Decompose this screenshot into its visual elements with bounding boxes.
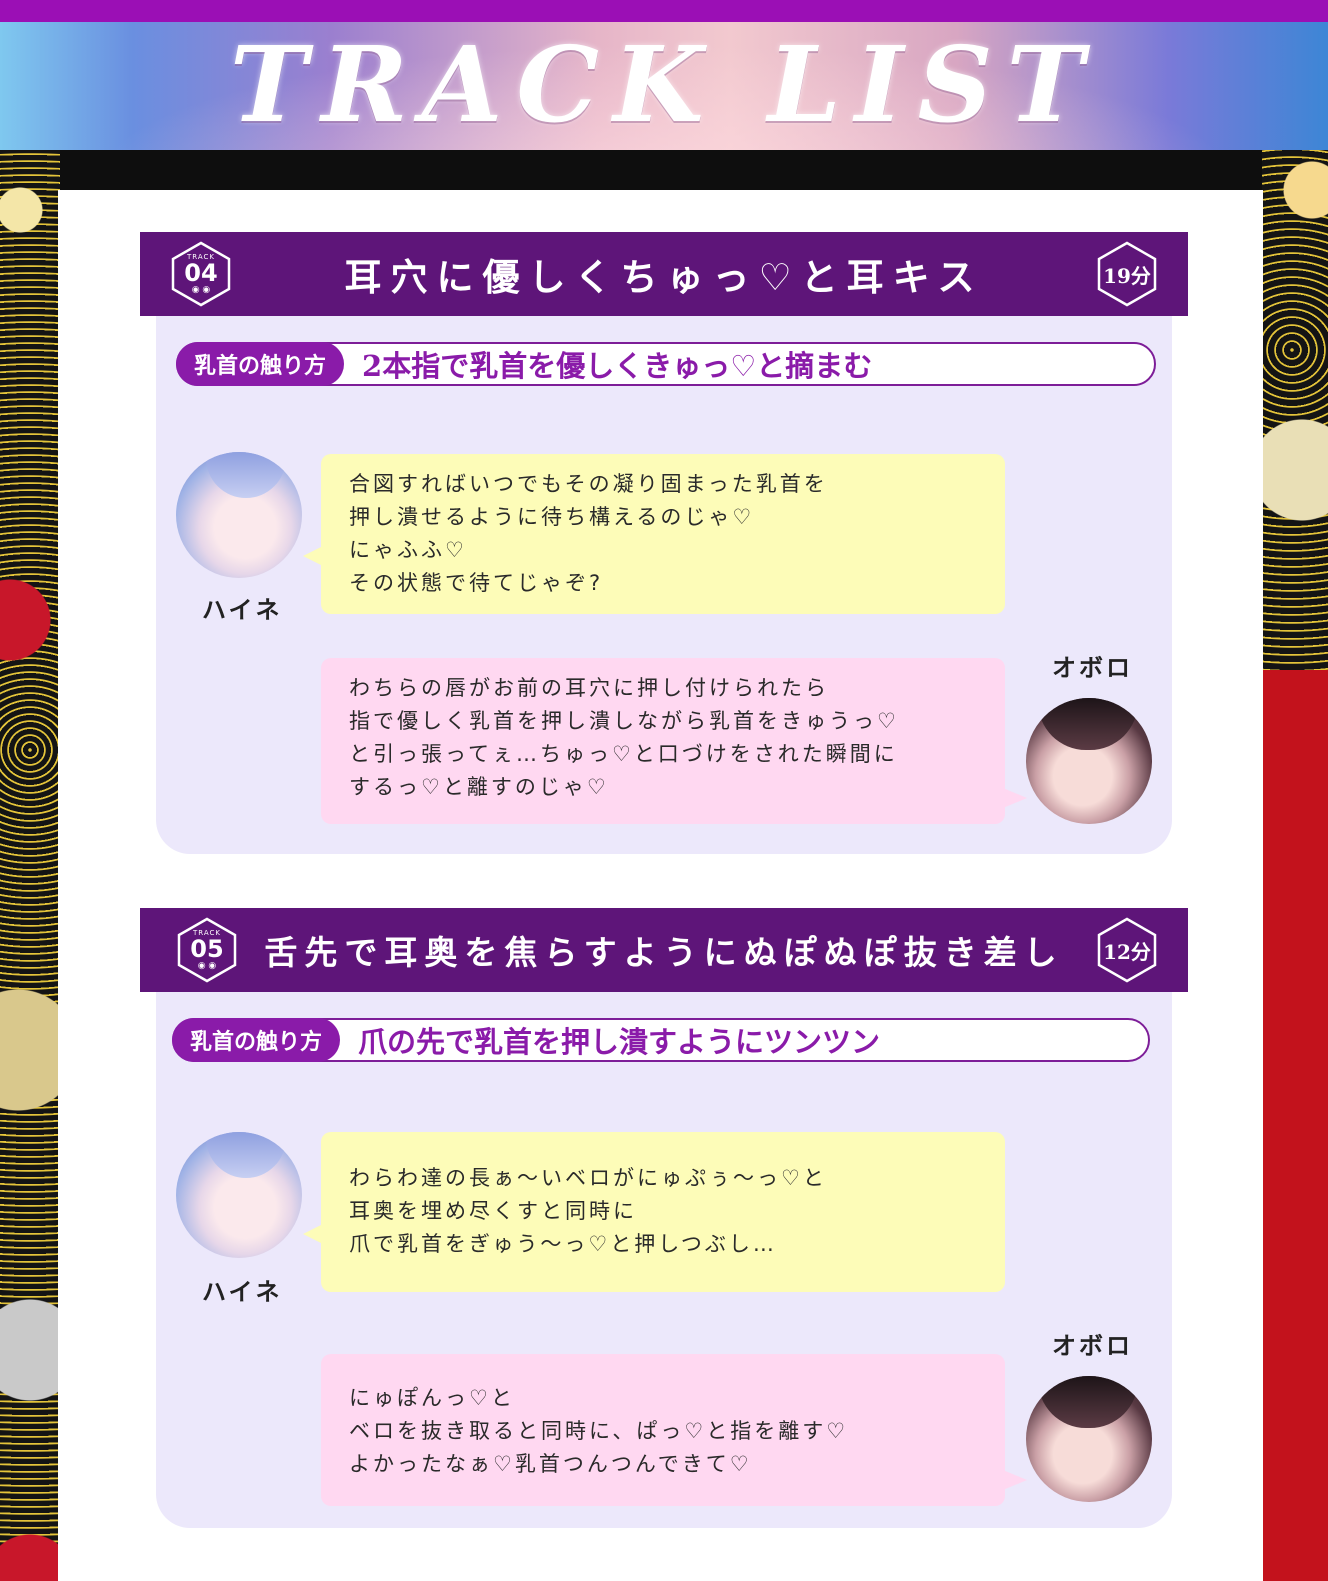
track-title: 耳穴に優しくちゅっ♡と耳キス [344,255,984,299]
dialogue-bubble: わらわ達の長ぁ～いベロがにゅぷぅ～っ♡と 耳奥を埋め尽くすと同時に 爪で乳首をぎ… [303,1132,1005,1292]
speaker-name: オボロ [1052,653,1133,682]
top-accent-bar [0,0,1328,22]
track-number: 05 [190,935,224,963]
touch-method-label: 乳首の触り方 [176,342,345,386]
speaker-name: オボロ [1052,1331,1133,1360]
touch-method-pill: 乳首の触り方 爪の先で乳首を押し潰すようにツンツン [172,1018,1150,1062]
avatar-haine [176,1132,302,1258]
track-title: 舌先で耳奥を焦らすようにぬぽぬぽ抜き差し [264,933,1064,972]
page-title: TRACK LIST [229,23,1099,146]
avatar-haine [176,452,302,578]
dialogue-bubble: 合図すればいつでもその凝り固まった乳首を 押し潰せるように待ち構えるのじゃ♡ に… [303,454,1005,614]
speaker-name: ハイネ [202,595,283,624]
track-number: 04 [184,259,218,287]
touch-method-pill: 乳首の触り方 2本指で乳首を優しくきゅっ♡と摘まむ [176,342,1156,386]
track-header-04: TRACK 04 ◉ ◉ 耳穴に優しくちゅっ♡と耳キス 19分 [140,232,1188,316]
track-number-badge: TRACK 04 ◉ ◉ [170,241,232,307]
track-duration: 12分 [1103,939,1151,964]
touch-method-text: 2本指で乳首を優しくきゅっ♡と摘まむ [362,349,873,383]
avatar-oboro [1026,1376,1152,1502]
dialogue-bubble: にゅぽんっ♡と ベロを抜き取ると同時に、ぱっ♡と指を離す♡ よかったなぁ♡乳首つ… [321,1354,1027,1506]
speaker-name: ハイネ [202,1277,283,1306]
touch-method-label: 乳首の触り方 [172,1018,341,1062]
duration-badge: 19分 [1096,241,1158,307]
track-number-badge: TRACK 05 ◉ ◉ [176,917,238,983]
eyes-icon: ◉ ◉ [191,285,211,295]
avatar-oboro [1026,698,1152,824]
dialogue-bubble: わちらの唇がお前の耳穴に押し付けられたら 指で優しく乳首を押し潰しながら乳首をき… [321,658,1027,824]
decorative-side-right [1262,150,1328,1581]
touch-method-text: 爪の先で乳首を押し潰すようにツンツン [358,1025,881,1059]
decorative-band [60,150,1262,190]
eyes-icon: ◉ ◉ [197,961,217,971]
track-header-05: TRACK 05 ◉ ◉ 舌先で耳奥を焦らすようにぬぽぬぽ抜き差し 12分 [140,908,1188,992]
decorative-side-left [0,150,60,1581]
track-duration: 19分 [1103,263,1151,288]
duration-badge: 12分 [1096,917,1158,983]
header-banner: TRACK LIST [0,22,1328,150]
